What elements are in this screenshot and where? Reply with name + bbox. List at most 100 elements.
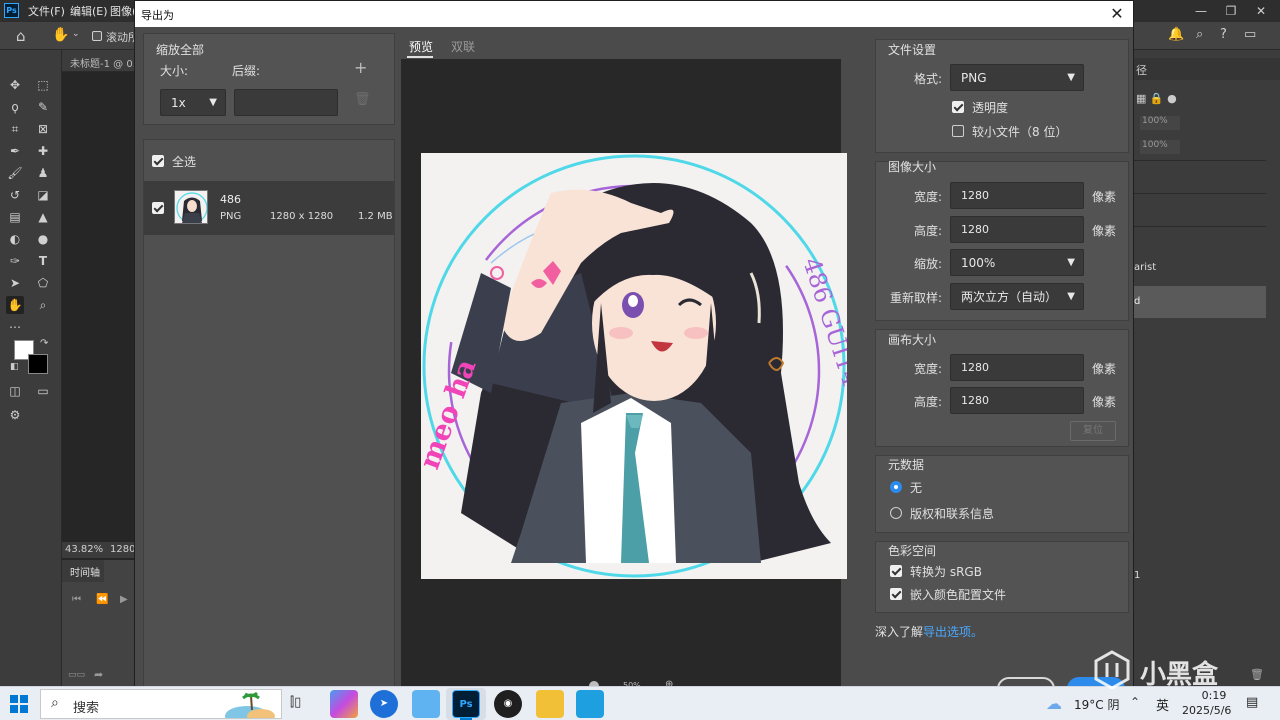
weather-text[interactable]: 19°C 阴 [1074,696,1119,713]
blur-tool-icon[interactable]: ▲ [34,208,52,226]
more-tools-icon[interactable]: ⋯ [6,318,24,336]
extra-tool-icon[interactable]: ⚙ [6,406,24,424]
layer-lock-icons[interactable]: ▦ 🔒 ● [1136,92,1177,105]
path-select-icon[interactable]: ➤ [6,274,24,292]
select-all-checkbox[interactable] [152,155,164,167]
taskbar-search[interactable]: ⌕ 搜索 [40,689,282,719]
frame-tool-icon[interactable]: ⊠ [34,120,52,138]
home-icon[interactable]: ⌂ [16,27,26,45]
tab-preview[interactable]: 预览 [409,38,433,55]
eyedropper-icon[interactable]: ✒ [6,142,24,160]
preview-area[interactable]: meo ha 486 GUIT4 50% ⊕ [401,59,847,691]
menu-image[interactable]: 图像( [110,3,136,19]
resample-select[interactable]: 两次立方（自动） ▼ [950,283,1084,310]
type-tool-icon[interactable]: T [34,252,52,270]
document-tab[interactable]: 未标题-1 @ 0. [70,55,136,70]
photos-app-icon[interactable] [576,690,604,718]
hand-tool-icon[interactable]: ✋ [52,27,69,43]
gradient-tool-icon[interactable]: ▤ [6,208,24,226]
photoshop-taskbar-active[interactable]: Ps [446,688,486,720]
asset-checkbox[interactable] [152,202,164,214]
stamp-tool-icon[interactable]: ♟ [34,164,52,182]
image-scale-select[interactable]: 100% ▼ [950,249,1084,276]
chevron-down-icon[interactable]: ⌄ [72,29,80,39]
layer-item-1[interactable]: arist [1134,262,1156,273]
metadata-none-radio[interactable] [890,481,902,493]
zoom-tool-icon[interactable]: ⌕ [34,296,52,314]
help-icon[interactable]: ? [1220,27,1227,42]
obs-app-icon[interactable]: ◉ [494,690,522,718]
canvas-height-input[interactable]: 1280 [950,387,1084,414]
panel-tab-paths[interactable]: 径 [1136,62,1147,78]
background-color-swatch[interactable] [28,354,48,374]
timeline-first-frame-icon[interactable]: ⏮ [72,594,81,605]
search-icon[interactable]: ⌕ [1196,27,1203,42]
scroll-all-checkbox[interactable] [92,31,102,41]
workspace-icon[interactable]: ▭ [1244,27,1256,42]
swap-colors-icon[interactable]: ↷ [40,338,48,349]
browser-app-icon[interactable]: ➤ [370,690,398,718]
task-view-icon[interactable]: ⫿▯ [290,695,301,710]
close-window-icon[interactable]: ✕ [1246,2,1276,20]
convert-srgb-checkbox[interactable] [890,565,902,577]
layer-item-2[interactable]: d [1134,296,1140,307]
tab-two-up[interactable]: 双联 [451,38,475,55]
copilot-app-icon[interactable] [330,690,358,718]
dodge-tool-icon[interactable]: ◐ [6,230,24,248]
layer-item-3[interactable]: 1 [1134,570,1140,581]
eraser-tool-icon[interactable]: ◪ [34,186,52,204]
export-options-link[interactable]: 导出选项。 [923,623,983,640]
lasso-tool-icon[interactable]: ϙ [6,98,24,116]
brush-tool-icon[interactable]: 🖌 [6,164,24,182]
suffix-input[interactable] [234,89,338,116]
trash-icon[interactable]: 🗑 [354,92,371,107]
menu-file[interactable]: 文件(F) [28,3,65,19]
windows-start-icon[interactable] [10,695,28,713]
canvas-width-input[interactable]: 1280 [950,354,1084,381]
history-brush-icon[interactable]: ↺ [6,186,24,204]
screen-mode-icon[interactable]: ▭ [34,382,52,400]
healing-brush-icon[interactable]: ✚ [34,142,52,160]
restore-icon[interactable]: ❐ [1216,2,1246,20]
default-colors-icon[interactable]: ◧ [10,362,19,372]
fill-field[interactable]: 100% [1140,140,1180,154]
delete-layer-icon[interactable]: 🗑 [1250,668,1264,681]
marquee-tool-icon[interactable]: ⬚ [34,76,52,94]
photoshop-taskbar-icon: Ps [452,690,480,718]
timeline-forward-icon[interactable]: ➦ [94,668,103,681]
sponge-tool-icon[interactable]: ● [34,230,52,248]
timeline-play-icon[interactable]: ▶ [120,594,128,605]
quick-mask-icon[interactable]: ◫ [6,382,24,400]
embed-profile-checkbox[interactable] [890,588,902,600]
image-width-input[interactable]: 1280 [950,182,1084,209]
timeline-tab[interactable]: 时间轴 [70,564,100,579]
menu-edit[interactable]: 编辑(E) [70,3,108,19]
tray-chevron-icon[interactable]: ⌃ [1130,695,1140,709]
hand-tool-icon-active[interactable]: ✋ [6,296,24,314]
shape-tool-icon[interactable]: ⬠ [34,274,52,292]
clock-date[interactable]: 2025/5/6 [1182,704,1231,717]
timeline-convert-icon[interactable]: ▭▭ [68,670,85,680]
close-icon[interactable]: ✕ [1107,4,1127,24]
image-height-input[interactable]: 1280 [950,216,1084,243]
bell-icon[interactable]: 🔔 [1168,27,1184,42]
pen-tool-icon[interactable]: ✑ [6,252,24,270]
crop-tool-icon[interactable]: ⌗ [6,120,24,138]
file-explorer-icon[interactable] [536,690,564,718]
input-language[interactable]: 英 [1156,695,1169,714]
minimize-icon[interactable]: — [1186,2,1216,20]
scale-select[interactable]: 1x ▼ [160,89,226,116]
smaller-file-checkbox[interactable] [952,125,964,137]
asset-row[interactable]: 486 PNG 1280 x 1280 1.2 MB [144,181,394,235]
quick-select-icon[interactable]: ✎ [34,98,52,116]
format-select[interactable]: PNG ▼ [950,64,1084,91]
reset-button[interactable]: 复位 [1070,421,1116,441]
transparency-checkbox[interactable] [952,101,964,113]
opacity-field[interactable]: 100% [1140,116,1180,130]
folder-app-icon[interactable] [412,690,440,718]
move-tool-icon[interactable]: ✥ [6,76,24,94]
timeline-prev-frame-icon[interactable]: ⏪ [96,594,108,605]
metadata-copyright-radio[interactable] [890,507,902,519]
notification-icon[interactable]: ▤ [1246,695,1258,710]
add-scale-button[interactable]: + [354,58,367,77]
